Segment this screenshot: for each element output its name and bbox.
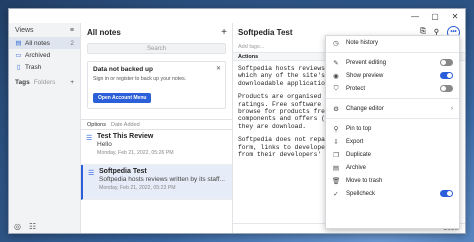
open-account-menu-button[interactable]: Open Account Menu: [93, 93, 152, 103]
preferences-icon[interactable]: ☷: [29, 222, 36, 231]
note-icon: ☰: [86, 135, 93, 142]
backup-banner: Data not backed up Sign in or register t…: [87, 61, 226, 109]
menu-item-show-preview[interactable]: ◉ Show preview: [326, 69, 459, 82]
menu-item-label: Show preview: [346, 72, 384, 79]
menu-item-spellcheck[interactable]: ✓ Spellcheck: [326, 187, 459, 200]
views-heading: Views: [15, 26, 34, 34]
toggle-switch[interactable]: [440, 190, 453, 197]
minimize-button[interactable]: —: [405, 9, 425, 23]
pencil-off-icon: ✎: [333, 59, 339, 67]
menu-item-label: Pin to top: [346, 125, 372, 132]
toggle-switch[interactable]: [440, 59, 453, 66]
sort-label: Date Added: [110, 121, 140, 128]
eye-icon: ◉: [333, 72, 339, 80]
menu-item-change-editor[interactable]: ⚙ Change editor ›: [326, 102, 459, 115]
shield-icon: ⛉: [333, 84, 339, 92]
list-item-selected[interactable]: ☰ Softpedia Test Softpedia hosts reviews…: [81, 165, 232, 200]
add-tag-icon[interactable]: +: [70, 79, 74, 86]
export-icon: ⇩: [333, 138, 339, 146]
banner-title: Data not backed up: [93, 66, 153, 73]
list-options-bar[interactable]: Options Date Added: [81, 119, 232, 130]
toggle-switch[interactable]: [440, 85, 453, 92]
note-title[interactable]: Softpedia Test: [238, 28, 293, 37]
notes-icon: ▤: [15, 39, 22, 47]
menu-item-protect[interactable]: ⛉ Protect: [326, 82, 459, 95]
menu-item-note-history[interactable]: ◷ Note history: [326, 36, 459, 49]
sidebar-item-archived[interactable]: ▭ Archived: [9, 49, 80, 61]
menu-item-label: Export: [346, 138, 364, 145]
sidebar-menu-icon[interactable]: ≡: [70, 27, 74, 34]
chevron-right-icon: ›: [451, 105, 453, 112]
history-icon: ◷: [333, 39, 339, 47]
notes-list-panel: All notes + Search Data not backed up Si…: [81, 23, 233, 233]
list-title: All notes: [87, 27, 121, 37]
menu-item-duplicate[interactable]: ❐ Duplicate: [326, 148, 459, 161]
menu-divider: [326, 52, 459, 53]
note-options-menu: ◷ Note history ✎ Prevent editing ◉ Show previ…: [325, 35, 460, 229]
menu-item-label: Protect: [346, 85, 366, 92]
menu-item-archive[interactable]: ▤ Archive: [326, 161, 459, 174]
menu-item-pin-to-top[interactable]: ⚲ Pin to top: [326, 122, 459, 135]
banner-close-icon[interactable]: ✕: [216, 65, 221, 72]
archive-icon: ▭: [15, 51, 22, 59]
pin-icon: ⚲: [333, 125, 339, 133]
menu-item-label: Note history: [346, 39, 379, 46]
folders-tab[interactable]: Folders: [34, 79, 56, 86]
sidebar: Views ≡ ▤ All notes 2 ▭ Archived ▯ Trash…: [9, 23, 81, 233]
options-label: Options: [87, 121, 106, 128]
list-item[interactable]: ☰ Test This Review Hello Monday, Feb 21,…: [81, 130, 232, 165]
trash-icon: ▯: [16, 63, 21, 71]
note-icon: ☰: [88, 170, 95, 177]
app-window: — ▢ ✕ Views ≡ ▤ All notes 2 ▭ Archived ▯…: [8, 8, 466, 234]
banner-text: Sign in or register to back up your note…: [93, 76, 187, 82]
account-icon[interactable]: ◎: [14, 222, 21, 231]
trash-icon: 🗑: [332, 177, 341, 185]
archive-icon: ▤: [332, 164, 340, 172]
menu-item-export[interactable]: ⇩ Export: [326, 135, 459, 148]
menu-item-label: Change editor: [346, 105, 384, 112]
menu-item-label: Move to trash: [346, 177, 383, 184]
editor-icon: ⚙: [333, 105, 339, 113]
menu-divider: [326, 118, 459, 119]
spellcheck-icon: ✓: [333, 190, 339, 198]
search-input[interactable]: Search: [87, 43, 226, 54]
menu-item-label: Archive: [346, 164, 367, 171]
notes-count: 2: [70, 39, 74, 47]
sidebar-item-trash[interactable]: ▯ Trash: [9, 61, 80, 73]
close-button[interactable]: ✕: [445, 9, 465, 23]
toggle-switch[interactable]: [440, 72, 453, 79]
menu-item-label: Spellcheck: [346, 190, 376, 197]
menu-item-label: Prevent editing: [346, 59, 387, 66]
title-bar: — ▢ ✕: [9, 9, 465, 23]
menu-item-prevent-editing[interactable]: ✎ Prevent editing: [326, 56, 459, 69]
tags-tab[interactable]: Tags: [15, 79, 30, 86]
menu-divider: [326, 98, 459, 99]
menu-item-label: Duplicate: [346, 151, 372, 158]
menu-item-move-to-trash[interactable]: 🗑 Move to trash: [326, 174, 459, 187]
duplicate-icon: ❐: [333, 151, 339, 159]
add-note-button[interactable]: +: [221, 27, 227, 38]
sidebar-item-all-notes[interactable]: ▤ All notes 2: [9, 37, 80, 49]
maximize-button[interactable]: ▢: [425, 9, 445, 23]
